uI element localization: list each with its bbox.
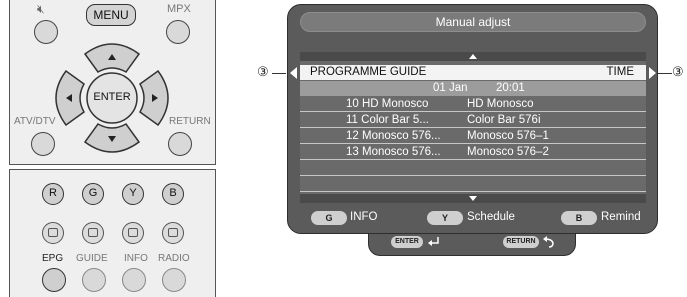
legend-yellow-key: Y — [427, 211, 463, 225]
index-button[interactable] — [122, 222, 144, 244]
index-icon — [128, 228, 138, 237]
table-row[interactable]: 13 Monosco 576... Monosco 576–2 — [300, 145, 646, 160]
date-time-row: 01 Jan 20:01 — [300, 81, 646, 96]
channel-name: 12 Monosco 576... — [346, 130, 441, 142]
channel-name: 13 Monosco 576... — [346, 146, 441, 158]
channel-name: 10 HD Monosco — [346, 98, 429, 110]
guide-date: 01 Jan — [433, 82, 468, 94]
epg-button[interactable] — [42, 268, 66, 292]
table-row[interactable]: 11 Color Bar 5... Color Bar 576i — [300, 113, 646, 128]
green-button[interactable]: G — [82, 183, 104, 205]
scroll-up-icon — [469, 54, 477, 59]
callout-right-line — [658, 73, 672, 74]
atv-dtv-label: ATV/DTV — [14, 116, 56, 127]
programme-name: HD Monosco — [467, 98, 534, 110]
callout-left: ③ — [257, 64, 269, 79]
legend-remind: Remind — [601, 211, 641, 223]
legend-schedule: Schedule — [467, 211, 515, 223]
red-button[interactable]: R — [42, 183, 64, 205]
back-arrow-icon — [543, 236, 554, 248]
teletext-icon — [48, 228, 58, 237]
scroll-down-icon — [469, 196, 477, 201]
blue-button[interactable]: B — [162, 183, 184, 205]
guide-header-time: TIME — [606, 66, 634, 78]
info-button[interactable] — [122, 268, 146, 292]
teletext-button[interactable] — [42, 222, 64, 244]
left-nav-arrow-icon — [290, 67, 297, 79]
guide-label: GUIDE — [76, 253, 108, 264]
subtitle-button[interactable] — [162, 222, 184, 244]
radio-button[interactable] — [162, 268, 186, 292]
atv-dtv-button[interactable] — [31, 132, 55, 156]
mpx-label: MPX — [167, 3, 191, 15]
right-nav-arrow-icon — [649, 67, 656, 79]
enter-button[interactable]: ENTER — [87, 86, 137, 108]
return-hint-key: RETURN — [503, 236, 539, 248]
table-row[interactable]: 12 Monosco 576... Monosco 576–1 — [300, 129, 646, 144]
channel-name: 11 Color Bar 5... — [346, 114, 429, 126]
subpage-icon — [88, 228, 98, 237]
radio-label: RADIO — [158, 253, 190, 264]
screen-title: Manual adjust — [300, 12, 646, 32]
yellow-button[interactable]: Y — [122, 183, 144, 205]
menu-button[interactable]: MENU — [86, 4, 136, 26]
subpage-button[interactable] — [82, 222, 104, 244]
return-button[interactable] — [168, 132, 192, 156]
table-row[interactable] — [300, 161, 646, 176]
callout-right: ③ — [672, 64, 684, 79]
info-label: INFO — [124, 253, 148, 264]
epg-label: EPG — [42, 253, 64, 264]
enter-hint-key: ENTER — [391, 236, 423, 248]
table-row[interactable] — [300, 177, 646, 192]
return-label: RETURN — [169, 116, 211, 127]
guide-header-title: PROGRAMME GUIDE — [310, 66, 427, 78]
subtitle-icon — [168, 228, 178, 237]
table-row[interactable]: 10 HD Monosco HD Monosco — [300, 97, 646, 112]
programme-name: Monosco 576–1 — [467, 130, 549, 142]
enter-return-icon — [428, 237, 439, 246]
mute-icon: 🔇︎ — [37, 2, 45, 16]
callout-left-line — [272, 73, 286, 74]
legend-blue-key: B — [561, 211, 597, 225]
programme-name: Monosco 576–2 — [467, 146, 549, 158]
programme-name: Color Bar 576i — [467, 114, 541, 126]
guide-button[interactable] — [82, 268, 106, 292]
legend-info: INFO — [350, 211, 378, 223]
guide-time: 20:01 — [496, 82, 525, 94]
legend-green-key: G — [311, 211, 347, 225]
guide-header-row: PROGRAMME GUIDE TIME — [300, 65, 646, 80]
